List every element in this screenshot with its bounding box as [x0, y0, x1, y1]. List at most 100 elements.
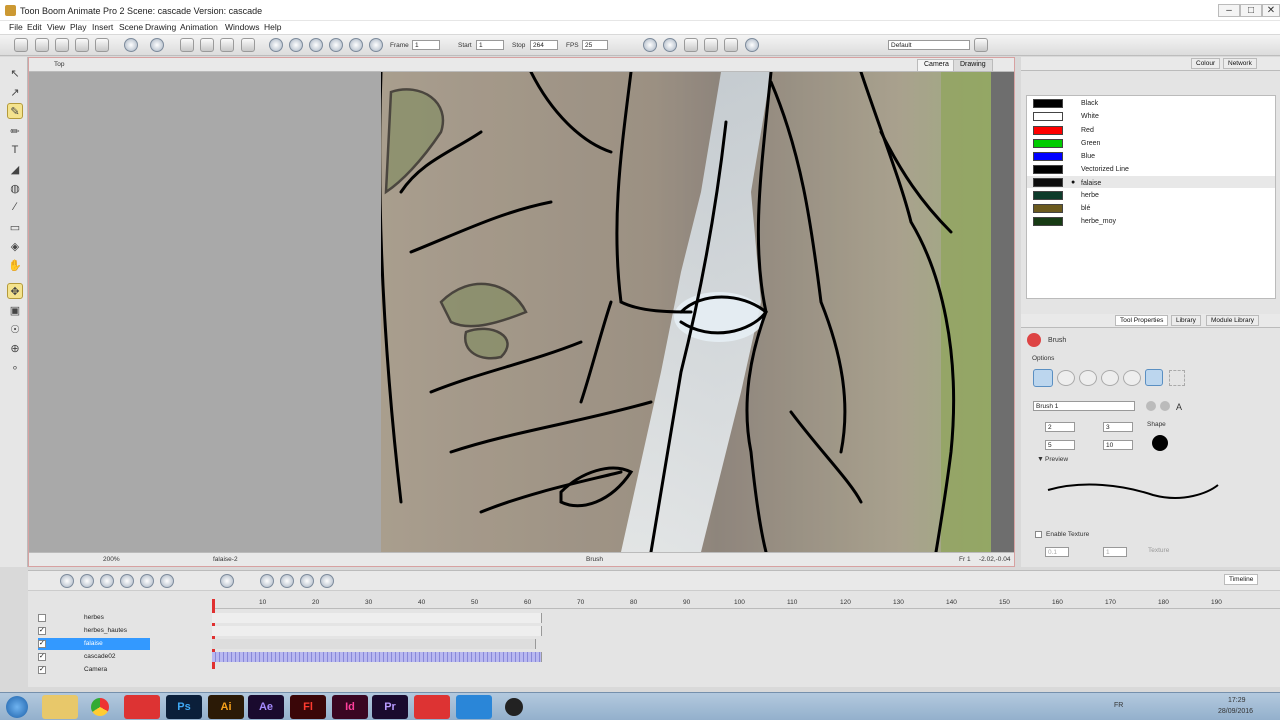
quicktime-icon[interactable] — [456, 695, 492, 719]
delete-layer-icon[interactable] — [120, 574, 134, 588]
line-tool-icon[interactable]: ∕ — [7, 199, 23, 215]
onion-skin-icon[interactable] — [220, 574, 234, 588]
layer-row[interactable]: ✓ falaise — [28, 638, 1280, 650]
layer-frames[interactable] — [212, 626, 542, 636]
minimize-button[interactable]: – — [1218, 4, 1240, 17]
layer-frames[interactable] — [212, 639, 536, 649]
min-size-field[interactable]: 2 — [1045, 422, 1075, 432]
motion-tool-icon[interactable]: ⊕ — [7, 340, 23, 356]
toonboom-open-icon[interactable] — [414, 695, 450, 719]
layer-checkbox[interactable]: ✓ — [38, 627, 46, 635]
indesign-icon[interactable]: Id — [332, 695, 368, 719]
ink-tool-icon[interactable]: ◍ — [7, 180, 23, 196]
swatch-black[interactable] — [1033, 99, 1063, 108]
save-icon[interactable] — [55, 38, 69, 52]
cut-icon[interactable] — [180, 38, 194, 52]
workspace-menu-icon[interactable] — [974, 38, 988, 52]
brush-mode-icon[interactable] — [1033, 369, 1053, 387]
close-button[interactable]: ✕ — [1262, 4, 1280, 17]
stop-motion-icon[interactable] — [260, 574, 274, 588]
open-icon[interactable] — [35, 38, 49, 52]
layer-row[interactable]: herbes — [28, 612, 1280, 624]
start-button[interactable] — [6, 696, 28, 718]
illustrator-icon[interactable]: Ai — [208, 695, 244, 719]
draw-behind-icon[interactable] — [1101, 370, 1119, 386]
swatch-ble[interactable] — [1033, 204, 1063, 213]
pan-icon[interactable] — [643, 38, 657, 52]
prev-frame-icon[interactable] — [329, 38, 343, 52]
menu-play[interactable]: Play — [70, 22, 87, 32]
repaint-icon[interactable] — [1057, 370, 1075, 386]
frame-ruler[interactable]: 10 20 30 40 50 60 70 80 90 100 110 120 1… — [212, 597, 1280, 609]
workspace-select[interactable]: Default — [888, 40, 970, 50]
add-layer-icon[interactable] — [60, 574, 74, 588]
keyframe-icon[interactable] — [140, 574, 154, 588]
layer-checkbox[interactable] — [38, 614, 46, 622]
menu-windows[interactable]: Windows — [225, 22, 259, 32]
mail-icon[interactable] — [280, 574, 294, 588]
smoothing-field[interactable]: 5 — [1045, 440, 1075, 450]
swatch-red[interactable] — [1033, 126, 1063, 135]
last-frame-icon[interactable] — [369, 38, 383, 52]
paste-icon[interactable] — [220, 38, 234, 52]
swatch-falaise[interactable] — [1033, 178, 1063, 187]
loop-icon[interactable] — [289, 38, 303, 52]
redo-icon[interactable] — [150, 38, 164, 52]
min-smoothing-field[interactable]: 10 — [1103, 440, 1133, 450]
menu-help[interactable]: Help — [264, 22, 281, 32]
swatch-white[interactable] — [1033, 112, 1063, 121]
morph-tool-icon[interactable]: ☉ — [7, 321, 23, 337]
undo-icon[interactable] — [124, 38, 138, 52]
start-field[interactable]: 1 — [476, 40, 504, 50]
texture-checkbox[interactable] — [1035, 531, 1042, 538]
flash-icon[interactable]: Fl — [290, 695, 326, 719]
grid-icon[interactable] — [724, 38, 738, 52]
fps-field[interactable]: 25 — [582, 40, 608, 50]
layer-row[interactable]: ✓ Camera — [28, 664, 1280, 676]
layer-checkbox[interactable]: ✓ — [38, 653, 46, 661]
auto-flatten-icon[interactable] — [1123, 370, 1141, 386]
grid-snap-icon[interactable] — [1169, 370, 1185, 386]
zoom-level[interactable]: 200% — [103, 556, 120, 563]
language-indicator[interactable]: FR — [1114, 702, 1123, 709]
swatch-herbe[interactable] — [1033, 191, 1063, 200]
flip-icon[interactable] — [704, 38, 718, 52]
save-all-icon[interactable] — [75, 38, 89, 52]
chrome-icon[interactable] — [82, 695, 118, 719]
photoshop-icon[interactable]: Ps — [166, 695, 202, 719]
lock-icon[interactable] — [1145, 369, 1163, 386]
play-icon[interactable] — [269, 38, 283, 52]
select-tool-icon[interactable]: ↖ — [7, 65, 23, 81]
preset-add-icon[interactable] — [1146, 401, 1156, 411]
menu-file[interactable]: File — [9, 22, 23, 32]
toonboom-icon[interactable] — [124, 695, 160, 719]
paint-tool-icon[interactable]: ◢ — [7, 161, 23, 177]
tab-module-library[interactable]: Module Library — [1206, 315, 1259, 326]
bone-tool-icon[interactable]: ∘ — [7, 359, 23, 375]
transform-tool-icon[interactable]: ✥ — [7, 283, 23, 299]
menu-animation[interactable]: Animation — [180, 22, 218, 32]
render-icon[interactable] — [241, 38, 255, 52]
contour-editor-icon[interactable]: ↗ — [7, 84, 23, 100]
brush-tool-icon[interactable]: ✎ — [7, 103, 23, 119]
stop-field[interactable]: 264 — [530, 40, 558, 50]
clock-time[interactable]: 17:29 — [1228, 697, 1246, 704]
preset-delete-icon[interactable] — [1160, 401, 1170, 411]
crop-tool-icon[interactable]: ▣ — [7, 302, 23, 318]
add-peg-icon[interactable] — [100, 574, 114, 588]
ease-icon[interactable] — [160, 574, 174, 588]
dropper-tool-icon[interactable]: ◈ — [7, 238, 23, 254]
menu-insert[interactable]: Insert — [92, 22, 113, 32]
swatch-blue[interactable] — [1033, 152, 1063, 161]
tab-network[interactable]: Network — [1223, 58, 1257, 69]
first-frame-icon[interactable] — [309, 38, 323, 52]
layer-frames[interactable] — [212, 613, 542, 623]
tab-timeline[interactable]: Timeline — [1224, 574, 1259, 585]
layer-row[interactable]: ✓ herbes_hautes — [28, 625, 1280, 637]
clock-date[interactable]: 28/09/2016 — [1218, 708, 1253, 715]
import-icon[interactable] — [95, 38, 109, 52]
tab-library[interactable]: Library — [1171, 315, 1201, 326]
texture-value-a[interactable]: 0.1 — [1045, 547, 1069, 557]
paint-behind-icon[interactable] — [1079, 370, 1097, 386]
new-icon[interactable] — [14, 38, 28, 52]
